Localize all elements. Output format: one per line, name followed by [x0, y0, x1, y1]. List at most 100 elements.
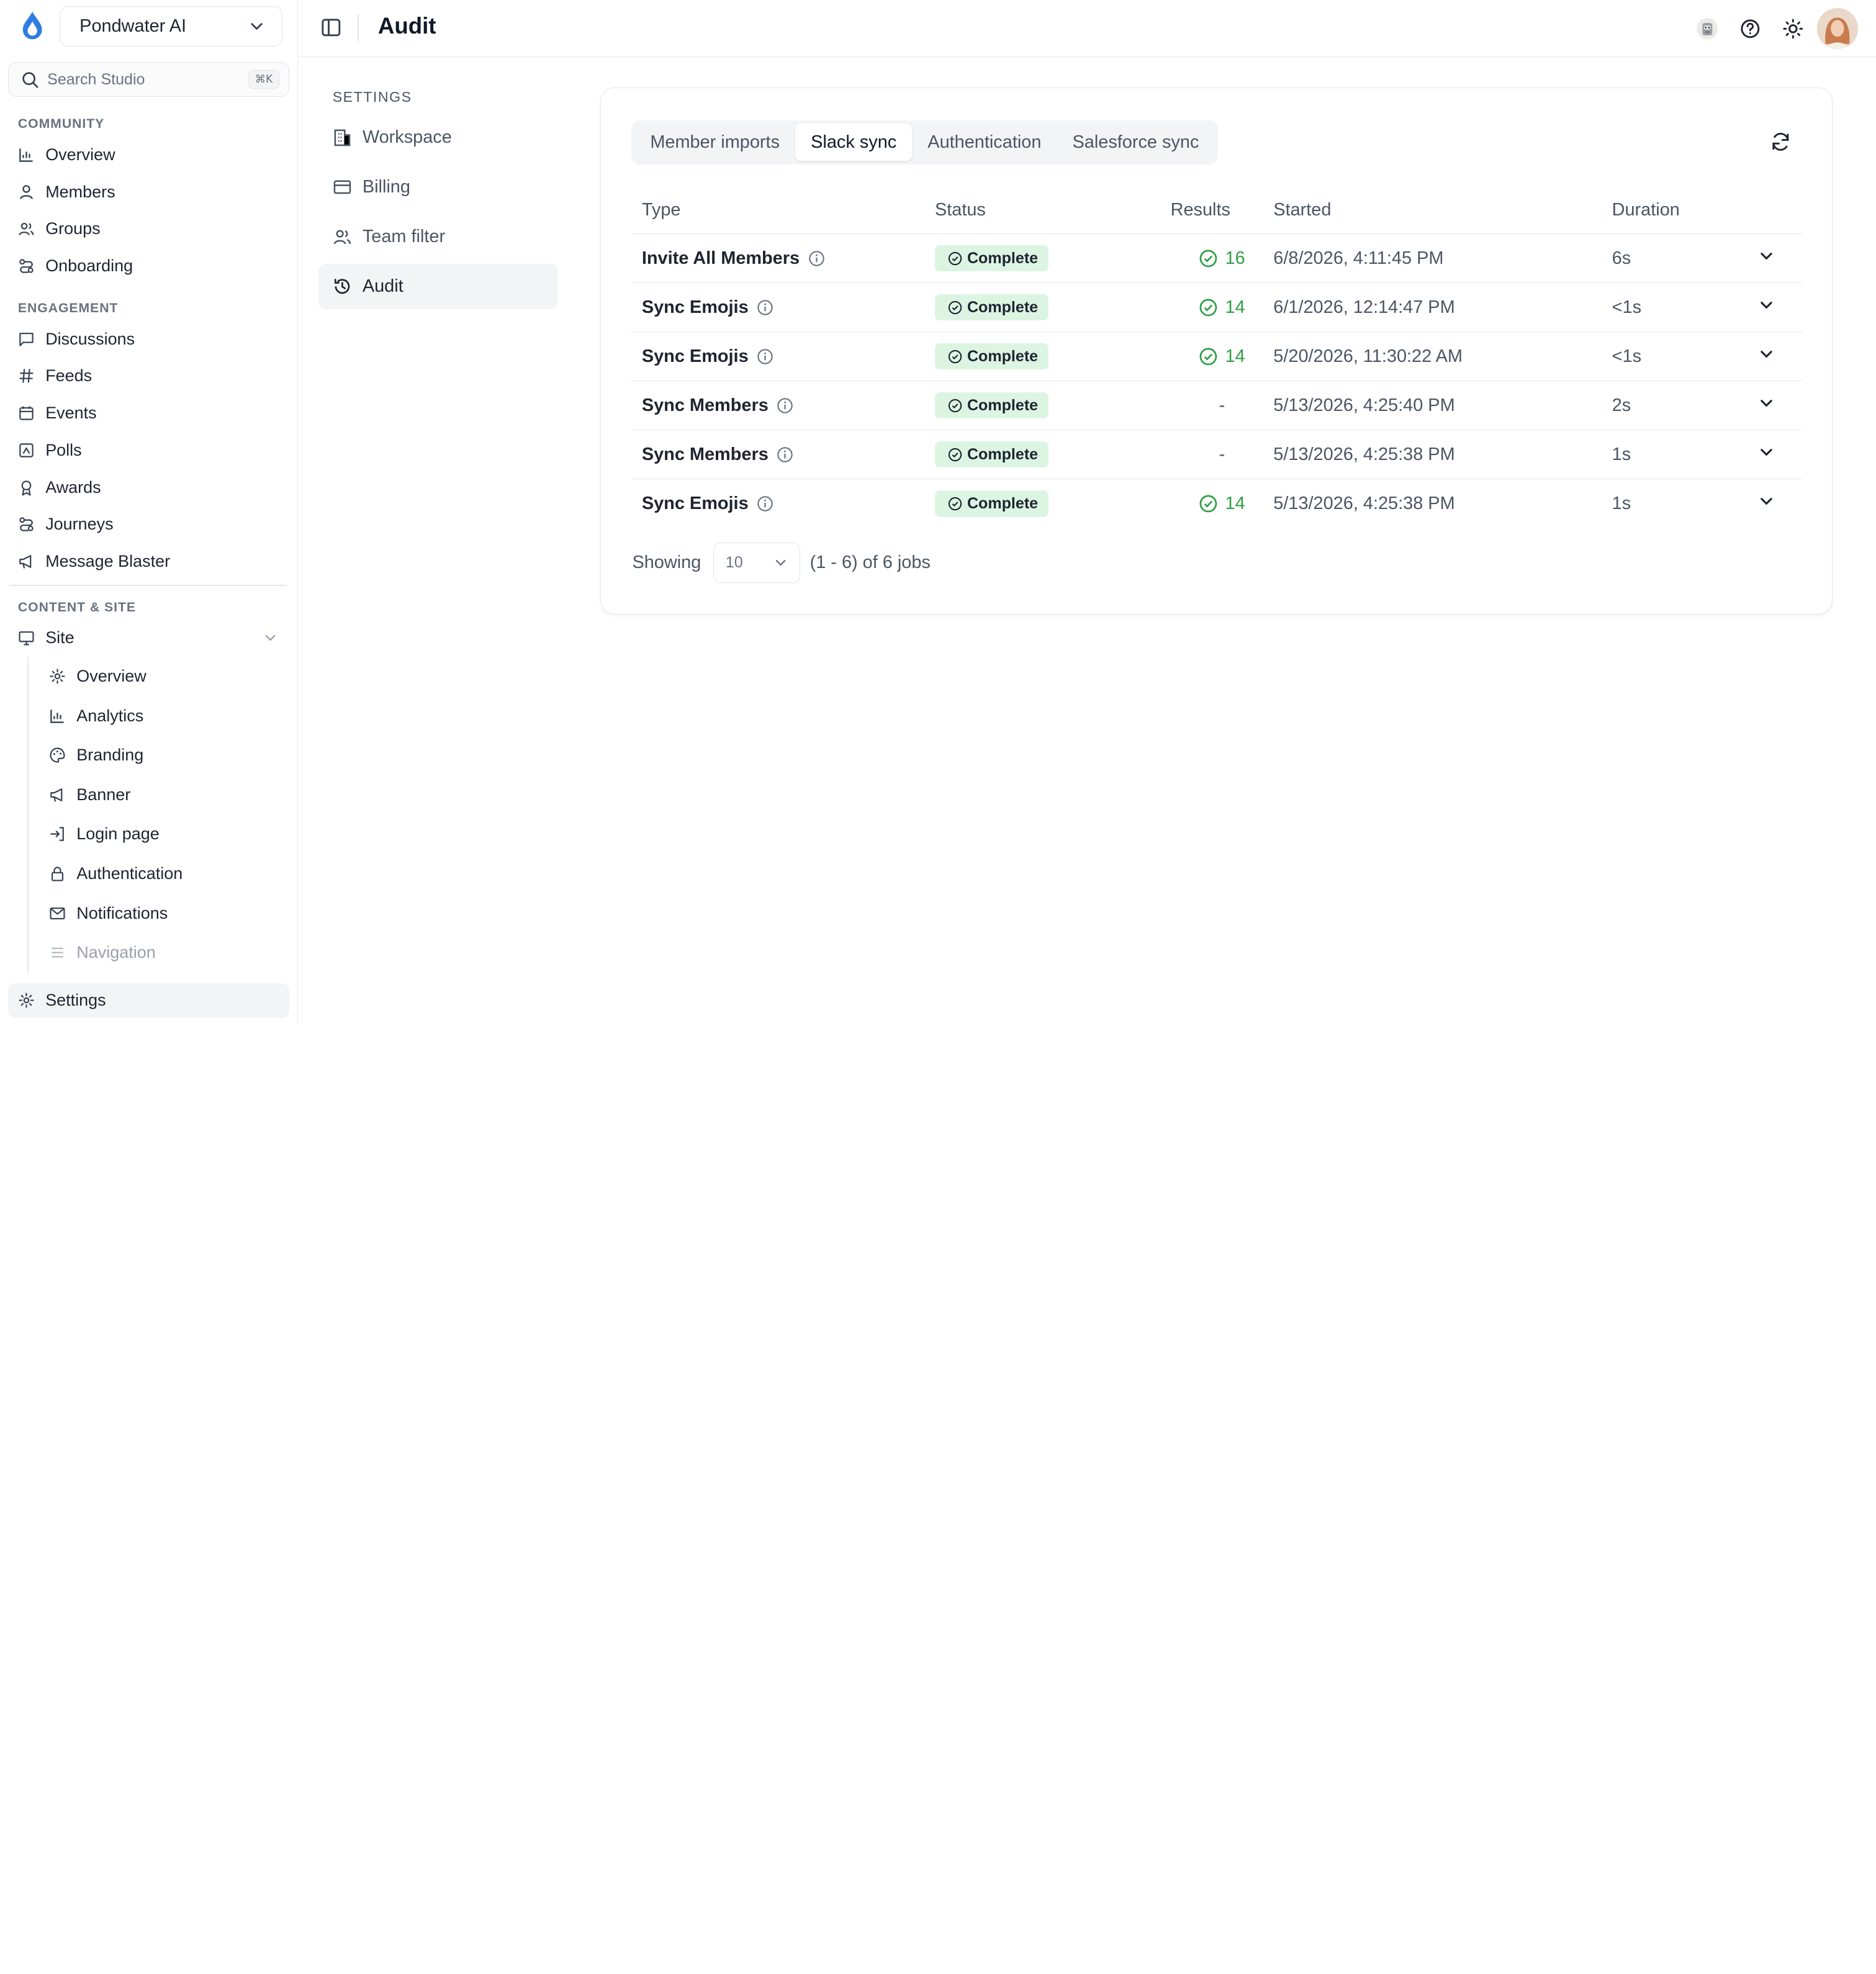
column-header-results: Results: [1170, 187, 1274, 235]
chevron-down-icon[interactable]: [1758, 248, 1775, 264]
subnav-item-team-filter[interactable]: Team filter: [318, 214, 557, 259]
logo-icon[interactable]: [19, 11, 45, 42]
info-icon[interactable]: [757, 348, 773, 365]
status-text: Complete: [967, 494, 1039, 512]
menu-icon: [52, 947, 63, 958]
sidebar-item-notifications[interactable]: Notifications: [0, 893, 297, 933]
sidebar-item-label: Awards: [45, 477, 101, 497]
search-input[interactable]: Search Studio ⌘K: [8, 62, 290, 97]
sidebar-item-journeys[interactable]: Journeys: [0, 506, 297, 543]
sidebar-item-members[interactable]: Members: [0, 173, 297, 210]
column-header-expand: [1757, 187, 1803, 235]
sidebar-item-label: Groups: [45, 219, 101, 238]
info-icon[interactable]: [757, 299, 773, 316]
subnav-item-workspace[interactable]: Workspace: [318, 115, 557, 160]
table-row[interactable]: Sync Members Complete - 5/13/2026, 4:25:…: [631, 381, 1803, 431]
log-in-icon: [50, 827, 64, 842]
sidebar-item-label: Members: [45, 182, 115, 201]
sidebar-item-analytics[interactable]: Analytics: [0, 696, 297, 736]
sidebar-item-events[interactable]: Events: [0, 395, 297, 432]
sidebar-item-feeds[interactable]: Feeds: [0, 358, 297, 395]
top-bar: Audit: [297, 0, 1876, 58]
sidebar-item-awards[interactable]: Awards: [0, 469, 297, 506]
duration: 1s: [1612, 444, 1631, 464]
refresh-icon[interactable]: [1770, 131, 1792, 153]
info-icon[interactable]: [777, 397, 793, 414]
results-count: -: [1219, 444, 1225, 464]
duration: 1s: [1612, 493, 1631, 513]
help-button[interactable]: [1729, 9, 1772, 48]
sidebar-toggle-icon[interactable]: [320, 17, 342, 38]
subnav-item-audit[interactable]: Audit: [318, 263, 557, 310]
sidebar-item-onboarding[interactable]: Onboarding: [0, 248, 297, 285]
tab-slack-sync[interactable]: Slack sync: [795, 124, 913, 161]
sidebar-item-site[interactable]: Site: [0, 620, 297, 657]
chevron-down-icon[interactable]: [1758, 297, 1775, 313]
site-subnav: Overview Analytics Branding Banner Login…: [0, 656, 297, 973]
sidebar-nav: COMMUNITY Overview Members Groups Onboar…: [0, 106, 297, 973]
table-row[interactable]: Sync Emojis Complete 14 5/20/2026, 11:30…: [631, 331, 1803, 382]
table-row[interactable]: Sync Emojis Complete 14 6/1/2026, 12:14:…: [631, 282, 1803, 333]
started-time: 5/20/2026, 11:30:22 AM: [1273, 346, 1463, 366]
info-icon[interactable]: [777, 446, 793, 463]
mail-icon: [50, 907, 65, 919]
page-range-text: (1 - 6) of 6 jobs: [809, 552, 931, 573]
check-circle-icon: [949, 448, 962, 461]
sidebar-item-label: Login page: [76, 824, 160, 844]
sidebar-item-navigation[interactable]: Navigation: [0, 933, 297, 973]
user-avatar[interactable]: [1817, 8, 1858, 49]
palette-icon: [50, 747, 65, 763]
sidebar-item-settings[interactable]: Settings: [8, 983, 290, 1018]
sidebar-item-label: Polls: [45, 440, 82, 459]
chevron-down-icon[interactable]: [1758, 493, 1775, 510]
table-header-row: Type Status Results Started Duration: [631, 187, 1803, 235]
job-type: Sync Emojis: [641, 346, 749, 366]
assistant-button[interactable]: [1685, 9, 1728, 48]
theme-toggle-button[interactable]: [1772, 9, 1815, 48]
sidebar-item-polls[interactable]: Polls: [0, 432, 297, 469]
status-badge: Complete: [934, 490, 1049, 517]
chevron-down-icon[interactable]: [1758, 395, 1775, 412]
chevron-down-icon[interactable]: [1758, 444, 1775, 461]
subnav-item-billing[interactable]: Billing: [318, 164, 557, 210]
chevron-down-icon[interactable]: [1758, 346, 1775, 363]
column-header-status: Status: [934, 187, 1171, 235]
status-text: Complete: [967, 347, 1039, 365]
tab-member-imports[interactable]: Member imports: [634, 124, 795, 161]
tab-authentication[interactable]: Authentication: [912, 124, 1057, 161]
table-row[interactable]: Sync Members Complete - 5/13/2026, 4:25:…: [631, 430, 1803, 480]
search-placeholder: Search Studio: [47, 70, 145, 88]
sidebar-item-discussions[interactable]: Discussions: [0, 320, 297, 358]
showing-label: Showing: [632, 552, 701, 573]
award-icon: [21, 480, 32, 496]
sidebar-item-banner[interactable]: Banner: [0, 775, 297, 815]
workspace-selector[interactable]: Pondwater AI: [60, 6, 282, 47]
status-badge: Complete: [934, 343, 1049, 370]
sidebar-item-message-blaster[interactable]: Message Blaster: [0, 543, 297, 580]
table-row[interactable]: Invite All Members Complete 16 6/8/2026,…: [631, 233, 1803, 284]
page-size-select[interactable]: 10: [713, 542, 801, 584]
tab-salesforce-sync[interactable]: Salesforce sync: [1057, 124, 1214, 161]
sidebar-item-groups[interactable]: Groups: [0, 210, 297, 248]
chevron-down-icon[interactable]: [263, 631, 277, 645]
sidebar: Pondwater AI Search Studio ⌘K COMMUNITY …: [0, 0, 298, 1024]
route-icon: [19, 259, 34, 273]
sidebar-item-overview[interactable]: Overview: [0, 137, 297, 174]
duration: 6s: [1612, 248, 1631, 268]
started-time: 6/1/2026, 12:14:47 PM: [1273, 297, 1455, 317]
duration: <1s: [1612, 346, 1642, 366]
info-icon[interactable]: [757, 495, 773, 512]
info-icon[interactable]: [808, 250, 825, 267]
sidebar-item-authentication[interactable]: Authentication: [0, 854, 297, 894]
sidebar-item-login-page[interactable]: Login page: [0, 814, 297, 854]
status-badge: Complete: [934, 392, 1049, 419]
sidebar-item-site-overview[interactable]: Overview: [0, 657, 297, 696]
sidebar-item-branding[interactable]: Branding: [0, 736, 297, 775]
status-text: Complete: [967, 298, 1039, 316]
nav-divider: [9, 585, 287, 587]
sidebar-item-label: Overview: [45, 145, 115, 164]
user-avatar-icon: [1817, 8, 1858, 49]
sidebar-item-label: Authentication: [76, 863, 183, 883]
sidebar-item-label: Notifications: [76, 903, 168, 922]
table-row[interactable]: Sync Emojis Complete 14 5/13/2026, 4:25:…: [631, 479, 1803, 528]
